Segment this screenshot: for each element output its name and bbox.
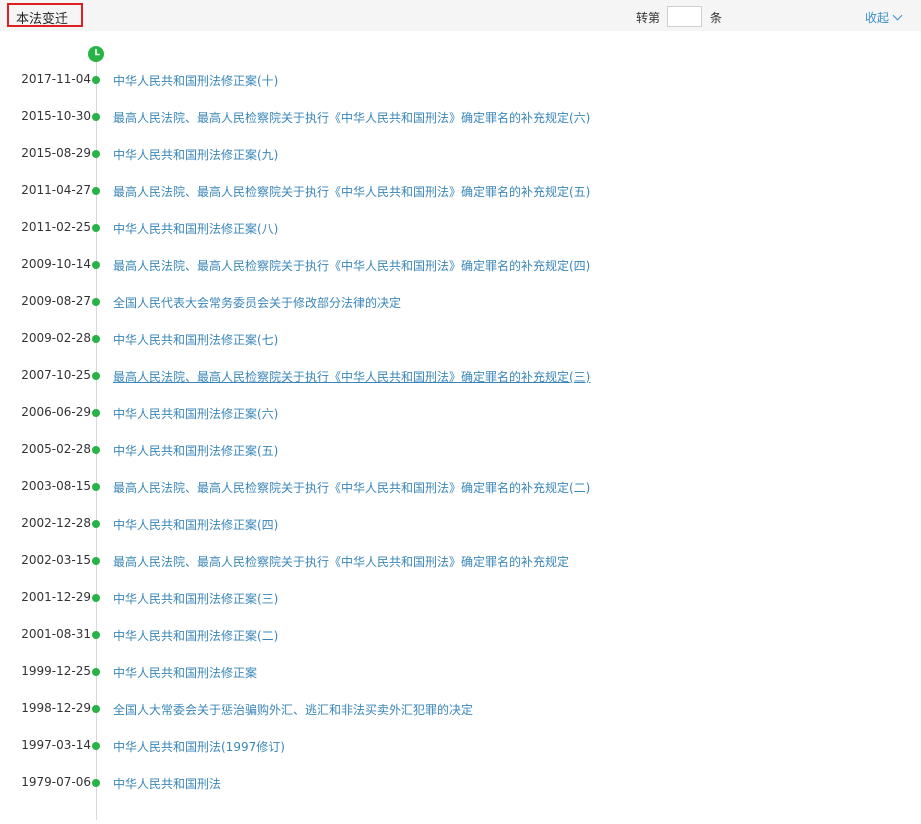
timeline-dot-icon	[92, 668, 100, 676]
timeline-law-link[interactable]: 最高人民法院、最高人民检察院关于执行《中华人民共和国刑法》确定罪名的补充规定	[113, 553, 569, 570]
timeline-date: 2011-02-25	[21, 220, 91, 234]
timeline-date: 2009-08-27	[21, 294, 91, 308]
timeline-dot-icon	[92, 557, 100, 565]
header-bar: 本法变迁 转第 条 收起	[0, 0, 921, 31]
timeline-date: 2001-12-29	[21, 590, 91, 604]
timeline-date: 2002-12-28	[21, 516, 91, 530]
timeline-item: 2002-03-15 最高人民法院、最高人民检察院关于执行《中华人民共和国刑法》确…	[0, 553, 921, 569]
timeline-date: 2015-08-29	[21, 146, 91, 160]
timeline-dot-icon	[92, 779, 100, 787]
timeline-dot-icon	[92, 298, 100, 306]
timeline-dot-icon	[92, 335, 100, 343]
timeline-law-link[interactable]: 中华人民共和国刑法修正案(四)	[113, 516, 278, 533]
timeline-date: 1979-07-06	[21, 775, 91, 789]
timeline-dot-icon	[92, 113, 100, 121]
section-title: 本法变迁	[16, 12, 69, 27]
timeline-law-link[interactable]: 中华人民共和国刑法修正案(二)	[113, 627, 278, 644]
timeline-law-link[interactable]: 全国人大常委会关于惩治骗购外汇、逃汇和非法买卖外汇犯罪的决定	[113, 701, 473, 718]
timeline-item: 2015-08-29 中华人民共和国刑法修正案(九)	[0, 146, 921, 162]
timeline-date: 2005-02-28	[21, 442, 91, 456]
timeline-item: 2005-02-28 中华人民共和国刑法修正案(五)	[0, 442, 921, 458]
timeline-law-link[interactable]: 中华人民共和国刑法修正案(九)	[113, 146, 278, 163]
timeline-date: 2003-08-15	[21, 479, 91, 493]
timeline-date: 2002-03-15	[21, 553, 91, 567]
timeline-item: 2006-06-29 中华人民共和国刑法修正案(六)	[0, 405, 921, 421]
collapse-button[interactable]: 收起	[865, 9, 903, 26]
timeline-item: 2017-11-04 中华人民共和国刑法修正案(十)	[0, 72, 921, 88]
timeline-item: 2002-12-28 中华人民共和国刑法修正案(四)	[0, 516, 921, 532]
timeline-date: 2017-11-04	[21, 72, 91, 86]
timeline-dot-icon	[92, 742, 100, 750]
timeline-item: 2009-02-28 中华人民共和国刑法修正案(七)	[0, 331, 921, 347]
clock-icon	[88, 46, 104, 62]
section-title-box: 本法变迁	[7, 3, 83, 27]
timeline-item: 1979-07-06 中华人民共和国刑法	[0, 775, 921, 791]
timeline-dot-icon	[92, 594, 100, 602]
timeline-item: 2009-08-27 全国人民代表大会常务委员会关于修改部分法律的决定	[0, 294, 921, 310]
jump-article-input[interactable]	[667, 6, 702, 27]
timeline-dot-icon	[92, 409, 100, 417]
timeline-dot-icon	[92, 372, 100, 380]
timeline-item: 2001-08-31 中华人民共和国刑法修正案(二)	[0, 627, 921, 643]
timeline-date: 2011-04-27	[21, 183, 91, 197]
timeline-item: 2011-04-27 最高人民法院、最高人民检察院关于执行《中华人民共和国刑法》确…	[0, 183, 921, 199]
timeline-date: 1998-12-29	[21, 701, 91, 715]
timeline-dot-icon	[92, 187, 100, 195]
timeline-date: 2015-10-30	[21, 109, 91, 123]
timeline-law-link[interactable]: 中华人民共和国刑法修正案(五)	[113, 442, 278, 459]
timeline-item: 1998-12-29 全国人大常委会关于惩治骗购外汇、逃汇和非法买卖外汇犯罪的决定	[0, 701, 921, 717]
timeline-law-link[interactable]: 最高人民法院、最高人民检察院关于执行《中华人民共和国刑法》确定罪名的补充规定(二…	[113, 479, 590, 496]
timeline-date: 2001-08-31	[21, 627, 91, 641]
jump-suffix-label: 条	[710, 11, 723, 25]
timeline-date: 2007-10-25	[21, 368, 91, 382]
timeline-law-link[interactable]: 最高人民法院、最高人民检察院关于执行《中华人民共和国刑法》确定罪名的补充规定(三…	[113, 368, 590, 385]
timeline-date: 2009-02-28	[21, 331, 91, 345]
timeline-item: 2015-10-30 最高人民法院、最高人民检察院关于执行《中华人民共和国刑法》确…	[0, 109, 921, 125]
timeline-item: 2003-08-15 最高人民法院、最高人民检察院关于执行《中华人民共和国刑法》确…	[0, 479, 921, 495]
timeline-date: 1997-03-14	[21, 738, 91, 752]
timeline-date: 2006-06-29	[21, 405, 91, 419]
timeline-law-link[interactable]: 中华人民共和国刑法修正案(六)	[113, 405, 278, 422]
timeline-dot-icon	[92, 483, 100, 491]
timeline-law-link[interactable]: 中华人民共和国刑法修正案	[113, 664, 257, 681]
timeline-date: 2009-10-14	[21, 257, 91, 271]
timeline-dot-icon	[92, 224, 100, 232]
timeline-item: 2011-02-25 中华人民共和国刑法修正案(八)	[0, 220, 921, 236]
jump-prefix-label: 转第	[636, 11, 661, 25]
timeline-law-link[interactable]: 最高人民法院、最高人民检察院关于执行《中华人民共和国刑法》确定罪名的补充规定(五…	[113, 183, 590, 200]
timeline-dot-icon	[92, 76, 100, 84]
timeline-law-link[interactable]: 中华人民共和国刑法修正案(三)	[113, 590, 278, 607]
timeline-item: 2001-12-29 中华人民共和国刑法修正案(三)	[0, 590, 921, 606]
timeline-law-link[interactable]: 中华人民共和国刑法修正案(十)	[113, 72, 278, 89]
timeline-item: 1997-03-14 中华人民共和国刑法(1997修订)	[0, 738, 921, 754]
timeline-item: 2009-10-14 最高人民法院、最高人民检察院关于执行《中华人民共和国刑法》确…	[0, 257, 921, 273]
timeline-law-link[interactable]: 中华人民共和国刑法修正案(七)	[113, 331, 278, 348]
collapse-label: 收起	[865, 11, 890, 25]
timeline-dot-icon	[92, 631, 100, 639]
timeline-law-link[interactable]: 中华人民共和国刑法(1997修订)	[113, 738, 285, 755]
timeline-dot-icon	[92, 705, 100, 713]
timeline-dot-icon	[92, 150, 100, 158]
timeline-law-link[interactable]: 最高人民法院、最高人民检察院关于执行《中华人民共和国刑法》确定罪名的补充规定(六…	[113, 109, 590, 126]
timeline-law-link[interactable]: 中华人民共和国刑法	[113, 775, 221, 792]
timeline-date: 1999-12-25	[21, 664, 91, 678]
chevron-down-icon	[892, 10, 903, 21]
timeline-law-link[interactable]: 中华人民共和国刑法修正案(八)	[113, 220, 278, 237]
timeline-law-link[interactable]: 全国人民代表大会常务委员会关于修改部分法律的决定	[113, 294, 401, 311]
timeline-dot-icon	[92, 261, 100, 269]
timeline-dot-icon	[92, 520, 100, 528]
timeline-item: 2007-10-25 最高人民法院、最高人民检察院关于执行《中华人民共和国刑法》确…	[0, 368, 921, 384]
timeline-dot-icon	[92, 446, 100, 454]
timeline-law-link[interactable]: 最高人民法院、最高人民检察院关于执行《中华人民共和国刑法》确定罪名的补充规定(四…	[113, 257, 590, 274]
timeline-item: 1999-12-25 中华人民共和国刑法修正案	[0, 664, 921, 680]
